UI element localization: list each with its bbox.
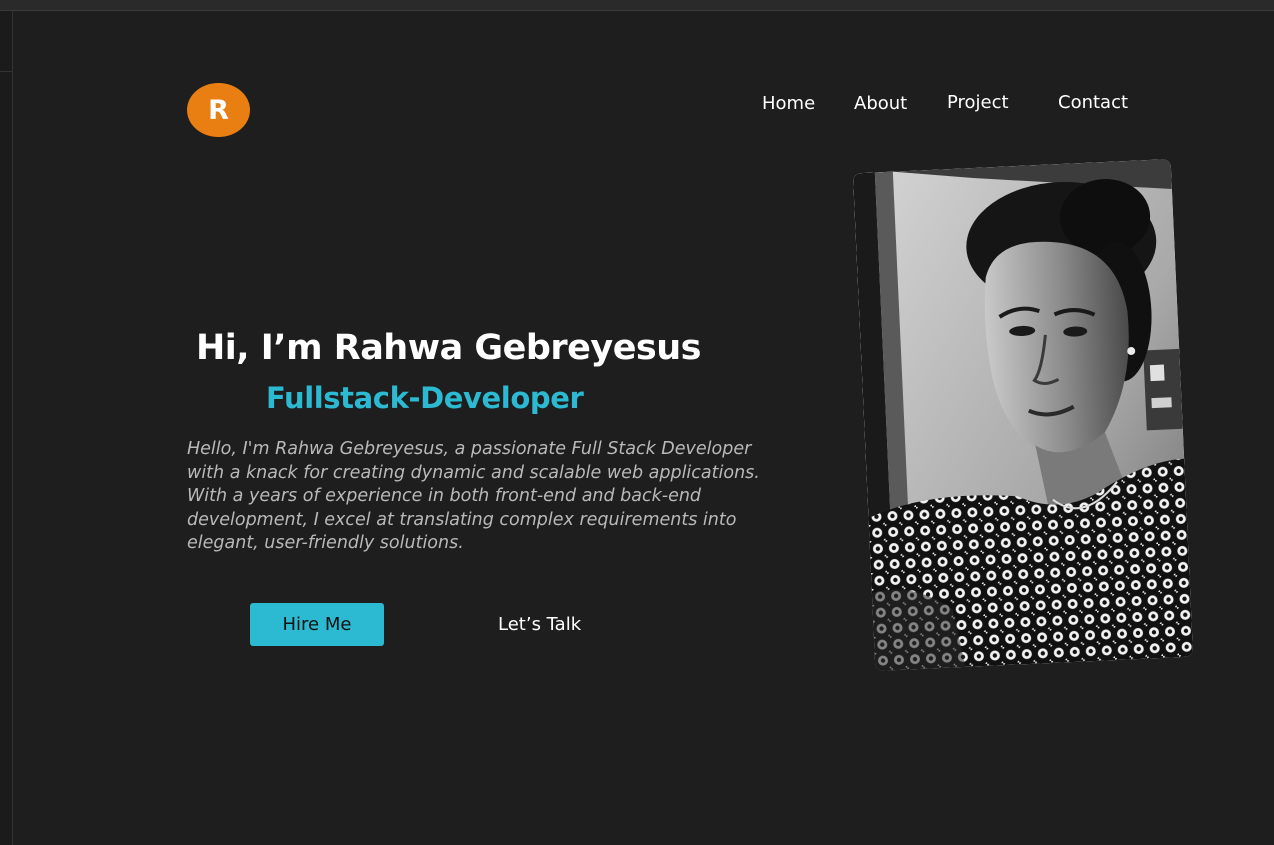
hire-me-button[interactable]: Hire Me	[250, 603, 384, 646]
nav-home-link[interactable]: Home	[762, 93, 815, 114]
logo-badge[interactable]: R	[187, 83, 250, 137]
profile-photo	[852, 159, 1194, 671]
lets-talk-button[interactable]: Let’s Talk	[498, 614, 581, 635]
rail-divider	[0, 71, 12, 72]
nav-project-link[interactable]: Project	[947, 92, 1009, 113]
logo-letter: R	[208, 94, 229, 126]
nav-about-link[interactable]: About	[854, 93, 907, 114]
hero-title: Hi, I’m Rahwa Gebreyesus	[196, 328, 702, 368]
page: R Home About Project Contact Hi, I’m Rah…	[0, 0, 1274, 845]
hero-role: Fullstack-Developer	[266, 381, 584, 415]
editor-left-rail	[0, 11, 13, 845]
hero-intro: Hello, I'm Rahwa Gebreyesus, a passionat…	[187, 439, 760, 553]
nav-contact-link[interactable]: Contact	[1058, 92, 1128, 113]
portrait-image	[852, 159, 1194, 671]
window-top-bar	[0, 0, 1274, 11]
